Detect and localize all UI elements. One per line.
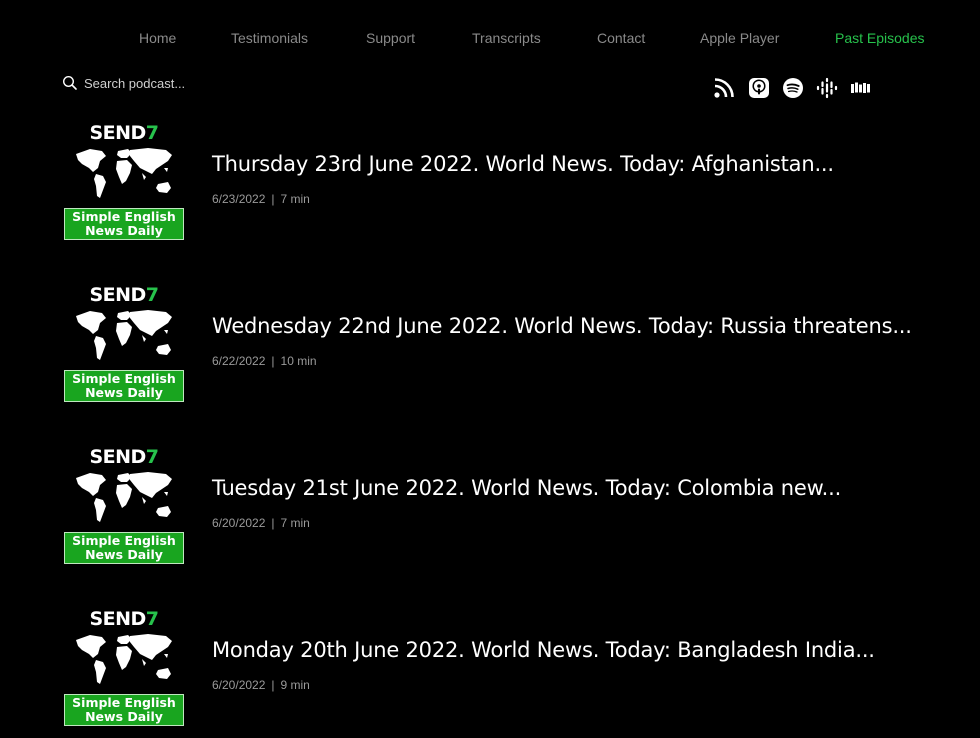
nav-transcripts[interactable]: Transcripts [472,29,541,47]
episode-meta: 6/20/2022 | 9 min [212,678,310,692]
episode-date: 6/22/2022 [212,354,266,368]
episode-thumbnail: SEND7 Simple English News Daily [62,608,186,732]
episode-duration: 7 min [280,516,310,530]
episode-thumbnail: SEND7 Simple English News Daily [62,122,186,246]
show-badge: Simple English News Daily [64,694,184,726]
episode-date: 6/20/2022 [212,516,266,530]
episode-duration: 7 min [280,192,310,206]
rss-icon[interactable] [713,77,735,99]
search-icon[interactable] [62,75,78,91]
apple-podcasts-icon[interactable] [748,77,770,99]
logo: SEND7 [89,122,159,144]
meta-separator: | [271,516,275,530]
stitcher-icon[interactable] [850,77,872,99]
show-badge: Simple English News Daily [64,532,184,564]
show-badge: Simple English News Daily [64,208,184,240]
meta-separator: | [271,192,275,206]
episode-meta: 6/22/2022 | 10 min [212,354,317,368]
nav-apple-player[interactable]: Apple Player [700,29,779,47]
episode-meta: 6/23/2022 | 7 min [212,192,310,206]
episode-date: 6/23/2022 [212,192,266,206]
episode-item[interactable]: SEND7 Simple English News Daily [62,284,922,414]
nav-contact[interactable]: Contact [597,29,645,47]
world-map-icon [76,472,172,522]
top-nav: Home Testimonials Support Transcripts Co… [0,29,980,47]
episode-duration: 10 min [280,354,317,368]
episode-title[interactable]: Monday 20th June 2022. World News. Today… [212,638,875,662]
google-podcasts-icon[interactable] [816,77,838,99]
nav-testimonials[interactable]: Testimonials [231,29,308,47]
episode-title[interactable]: Tuesday 21st June 2022. World News. Toda… [212,476,841,500]
episode-title[interactable]: Thursday 23rd June 2022. World News. Tod… [212,152,834,176]
episode-thumbnail: SEND7 Simple English News Daily [62,284,186,408]
world-map-icon [76,310,172,360]
world-map-icon [76,634,172,684]
nav-support[interactable]: Support [366,29,415,47]
world-map-icon [76,148,172,198]
episode-meta: 6/20/2022 | 7 min [212,516,310,530]
nav-home[interactable]: Home [139,29,176,47]
meta-separator: | [271,678,275,692]
show-badge: Simple English News Daily [64,370,184,402]
episode-item[interactable]: SEND7 Simple English News Daily [62,608,922,738]
nav-past-episodes[interactable]: Past Episodes [835,29,925,47]
episode-item[interactable]: SEND7 Simple English News Daily [62,446,922,576]
logo: SEND7 [89,446,159,468]
search-bar [62,73,262,93]
meta-separator: | [271,354,275,368]
logo: SEND7 [89,284,159,306]
episode-thumbnail: SEND7 Simple English News Daily [62,446,186,570]
episode-item[interactable]: SEND7 Simple English News Daily [62,122,922,252]
episode-duration: 9 min [280,678,310,692]
search-input[interactable] [84,73,254,93]
episode-date: 6/20/2022 [212,678,266,692]
logo: SEND7 [89,608,159,630]
episode-title[interactable]: Wednesday 22nd June 2022. World News. To… [212,314,912,338]
spotify-icon[interactable] [782,77,804,99]
